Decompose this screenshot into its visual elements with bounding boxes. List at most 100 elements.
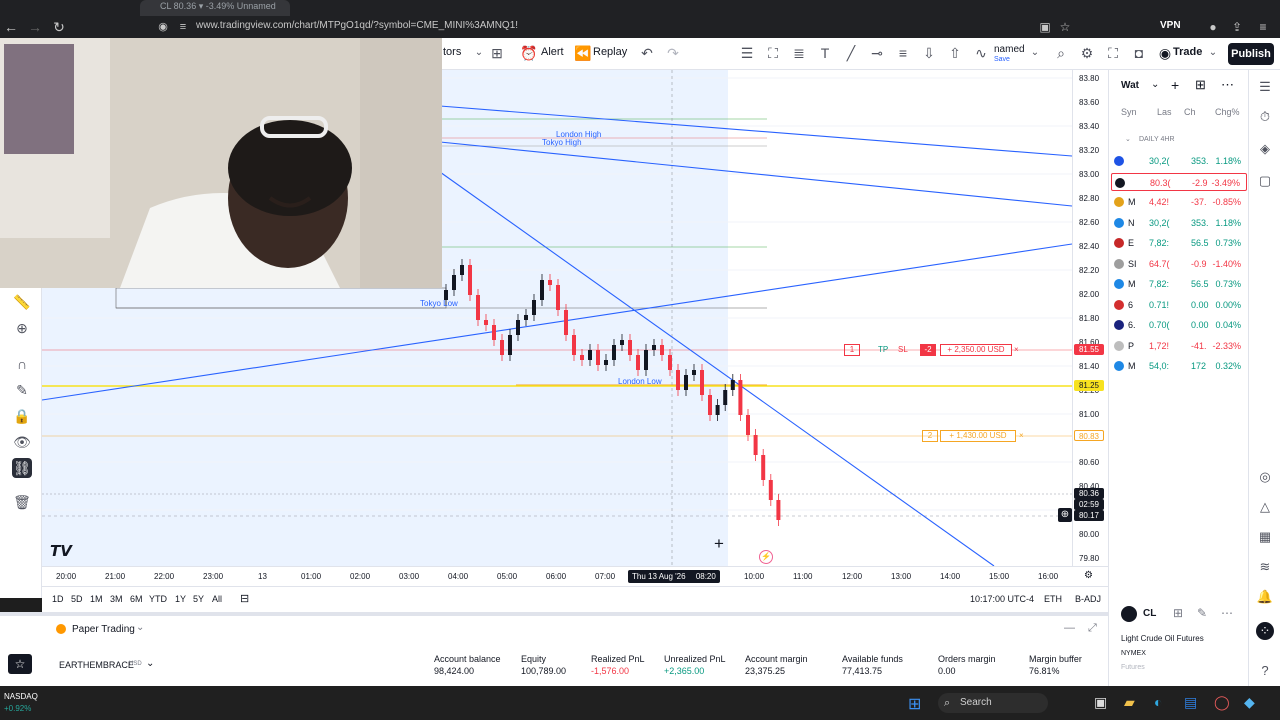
minimize-panel-icon[interactable]: — <box>1064 622 1075 634</box>
session-toggle[interactable]: ETH <box>1044 594 1062 604</box>
trade-icon[interactable]: ◉ <box>1156 44 1174 62</box>
layout-name[interactable]: named <box>994 44 1025 55</box>
range-1m[interactable]: 1M <box>90 594 103 604</box>
sl-label[interactable]: SL <box>898 344 908 356</box>
goto-date-icon[interactable]: ⊟ <box>240 592 249 605</box>
share-icon[interactable]: ⇪ <box>1228 18 1246 36</box>
entry-order-close-icon[interactable]: × <box>1019 430 1024 442</box>
alerts-clock-icon[interactable]: ⏱ <box>1256 108 1274 126</box>
path-icon[interactable]: ∿ <box>972 44 990 62</box>
watchlist-chevron-icon[interactable]: ⌄ <box>1151 79 1159 90</box>
col-change-pct[interactable]: Chg% <box>1215 107 1240 117</box>
tp-order-tag[interactable]: 1 TP SL -2 + 2,350.00 USD × <box>844 344 1022 356</box>
pencil-lock-icon[interactable]: ✎ <box>12 380 32 400</box>
ruler-icon[interactable]: 📏 <box>12 292 32 312</box>
watchlist-title[interactable]: Wat <box>1121 80 1139 91</box>
search-icon[interactable]: ⌕ <box>1052 44 1070 62</box>
detail-edit-icon[interactable]: ✎ <box>1197 606 1207 620</box>
range-1y[interactable]: 1Y <box>175 594 186 604</box>
publish-button[interactable]: Publish <box>1228 43 1274 65</box>
forward-icon[interactable]: → <box>26 18 44 36</box>
edge-icon[interactable]: ◐ <box>1154 694 1162 710</box>
entry-order-tag[interactable]: 2 + 1,430.00 USD × <box>922 430 1028 442</box>
replay-button[interactable]: Replay <box>593 46 627 58</box>
chat-icon[interactable]: ▢ <box>1256 172 1274 190</box>
link-icon[interactable]: ⛓ <box>12 458 32 478</box>
menu-icon[interactable]: ≡ <box>1254 18 1272 36</box>
arrow-down-icon[interactable]: ⇩ <box>920 44 938 62</box>
watchlist-row[interactable]: 80.3(-2.9 -3.49% <box>1111 172 1247 191</box>
settings-icon[interactable]: ⚙ <box>1078 44 1096 62</box>
adjustment-toggle[interactable]: B-ADJ <box>1075 594 1101 604</box>
eye-icon[interactable]: 👁 <box>12 432 32 452</box>
indicators-button[interactable]: tors <box>443 46 461 58</box>
target-icon[interactable]: ◎ <box>1256 468 1274 486</box>
ticker-name[interactable]: NASDAQ <box>4 692 38 701</box>
calendar-icon[interactable]: ▦ <box>1256 528 1274 546</box>
watchlist-section[interactable]: DAILY 4HR <box>1139 136 1175 143</box>
text-tool-icon[interactable]: T <box>816 44 834 62</box>
help-icon[interactable]: ? <box>1256 662 1274 680</box>
account-chevron-icon[interactable]: ⌄ <box>146 658 154 669</box>
price-axis[interactable]: 83.80 83.60 83.40 83.20 83.00 82.80 82.60 82.40… <box>1072 70 1108 566</box>
store-icon[interactable]: ▤ <box>1184 694 1197 711</box>
events-icon[interactable]: ⚡ <box>759 550 773 564</box>
watchlist-row[interactable]: 30,2(353. 1.18% <box>1111 152 1247 170</box>
range-1d[interactable]: 1D <box>52 594 64 604</box>
alarm-icon[interactable]: ⏰ <box>520 44 538 62</box>
watchlist-row[interactable]: M 54,0: 172 0.32% <box>1111 357 1247 375</box>
watchlist-row[interactable]: M 4,42! -37. -0.85% <box>1111 193 1247 211</box>
watchlist-row[interactable]: N 30,2(353. 1.18% <box>1111 214 1247 232</box>
magnet-icon[interactable]: ∩ <box>12 354 32 374</box>
redo-icon[interactable]: ↷ <box>664 44 682 62</box>
broker-tab[interactable]: Paper Trading <box>72 624 135 635</box>
tp-label[interactable]: TP <box>878 344 888 356</box>
section-chevron-icon[interactable]: ⌄ <box>1125 135 1131 143</box>
grid-view-icon[interactable]: ⊞ <box>1195 77 1206 93</box>
tp-order-close-icon[interactable]: × <box>1014 344 1019 356</box>
bookmark-star-icon[interactable]: ☆ <box>1056 18 1074 36</box>
broker-chevron-icon[interactable]: ⌄ <box>136 622 144 633</box>
file-explorer-icon[interactable]: ▰ <box>1124 694 1135 711</box>
detail-symbol[interactable]: CL <box>1143 608 1156 619</box>
opera-icon[interactable]: ◯ <box>1214 694 1230 711</box>
watchlist-icon[interactable]: ☰ <box>1256 78 1274 96</box>
watchlist-row[interactable]: 6 0.71! 0.00 0.00% <box>1111 296 1247 314</box>
watchlist-row[interactable]: E 7,82: 56.5 0.73% <box>1111 234 1247 252</box>
undo-icon[interactable]: ↶ <box>638 44 656 62</box>
levels-icon[interactable]: ≣ <box>790 44 808 62</box>
maximize-panel-icon[interactable]: ⤢ <box>1088 622 1097 635</box>
reading-list-icon[interactable]: ▣ <box>1036 18 1054 36</box>
site-info-icon[interactable]: ◉ <box>154 18 172 36</box>
windows-start-icon[interactable]: ⊞ <box>908 694 921 714</box>
watchlist-row[interactable]: P 1,72! -41. -2.33% <box>1111 337 1247 355</box>
range-5d[interactable]: 5D <box>71 594 83 604</box>
taskbar-search[interactable]: ⌕ Search <box>938 693 1048 713</box>
range-ytd[interactable]: YTD <box>149 594 167 604</box>
trade-button[interactable]: Trade <box>1173 46 1202 58</box>
pyramid-icon[interactable]: △ <box>1256 498 1274 516</box>
more-icon[interactable]: ⋯ <box>1221 77 1234 93</box>
reload-icon[interactable]: ↻ <box>50 18 68 36</box>
align-icon[interactable]: ☰ <box>738 44 756 62</box>
trend-line-icon[interactable]: ╱ <box>842 44 860 62</box>
col-change[interactable]: Ch <box>1184 107 1196 117</box>
notification-bell-icon[interactable]: 🔔 <box>1256 588 1274 606</box>
clock-time[interactable]: 10:17:00 UTC-4 <box>970 594 1034 604</box>
range-5y[interactable]: 5Y <box>193 594 204 604</box>
watchlist-row[interactable]: M 7,82: 56.5 0.73% <box>1111 275 1247 293</box>
time-axis[interactable]: 20:00 21:00 22:00 23:00 13 01:00 02:00 03:00 04:… <box>42 566 1108 586</box>
detail-more-icon[interactable]: ⋯ <box>1221 606 1233 620</box>
alert-button[interactable]: Alert <box>541 46 564 58</box>
apps-icon[interactable]: ⁘ <box>1256 622 1274 640</box>
watchlist-row[interactable]: 6. 0.70(0.00 0.04% <box>1111 316 1247 334</box>
detail-grid-icon[interactable]: ⊞ <box>1173 606 1183 620</box>
trade-chevron-icon[interactable]: ⌄ <box>1204 44 1222 62</box>
parallel-channel-icon[interactable]: ≡ <box>894 44 912 62</box>
range-3m[interactable]: 3M <box>110 594 123 604</box>
replay-icon[interactable]: ⏪ <box>574 44 592 62</box>
vpn-badge[interactable]: VPN <box>1160 20 1181 31</box>
templates-icon[interactable]: ⊞ <box>488 44 506 62</box>
range-all[interactable]: All <box>212 594 222 604</box>
layers-icon[interactable]: ◈ <box>1256 140 1274 158</box>
